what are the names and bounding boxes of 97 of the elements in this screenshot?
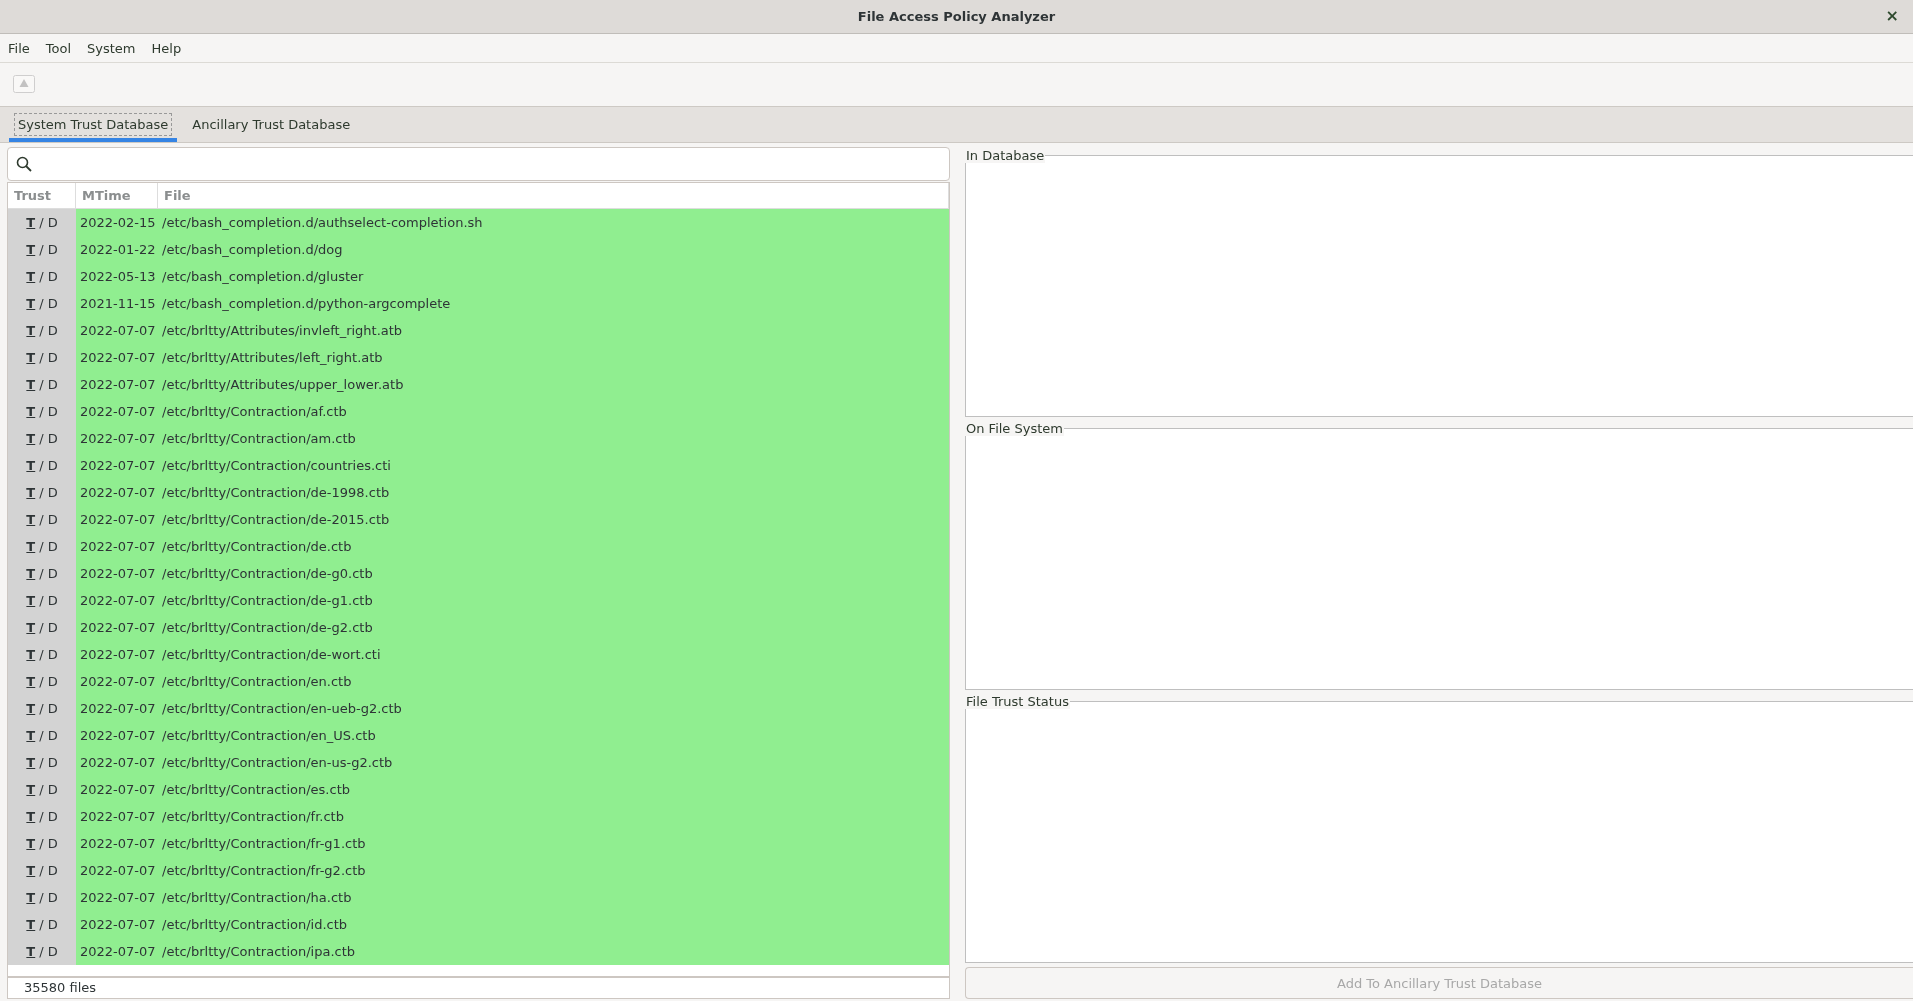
- mtime-cell-text: 2022-05-13: [80, 269, 157, 284]
- file-path-cell: /etc/brltty/Contraction/fr.ctb: [162, 809, 344, 824]
- file-path-cell: /etc/brltty/Contraction/id.ctb: [162, 917, 348, 932]
- menu-item[interactable]: Help: [145, 38, 188, 58]
- group-title: File Trust Status: [965, 694, 1070, 709]
- mtime-cell-text: 2022-07-07: [80, 728, 157, 743]
- mtime-cell-text: 2022-07-07: [80, 539, 157, 554]
- mtime-cell-text: 2022-01-22: [80, 242, 157, 257]
- mtime-cell-text: 2022-07-07: [80, 809, 157, 824]
- trust-cell: T / D: [8, 506, 76, 533]
- file-path-cell: /etc/brltty/Contraction/en-us-g2.ctb: [162, 755, 393, 770]
- trust-cell: T / D: [8, 911, 76, 938]
- trust-cell: T / D: [8, 560, 76, 587]
- group-title: On File System: [965, 421, 1064, 436]
- file-path-cell: /etc/brltty/Contraction/fr-g2.ctb: [162, 863, 366, 878]
- window-title: File Access Policy Analyzer: [857, 9, 1056, 24]
- file-path-cell: /etc/bash_completion.d/python-argcomplete: [162, 296, 451, 311]
- mtime-cell-text: 2022-07-07: [80, 620, 157, 635]
- trust-cell: T / D: [8, 614, 76, 641]
- trust-cell: T / D: [8, 344, 76, 371]
- trust-cell: T / D: [8, 290, 76, 317]
- file-path-cell: /etc/brltty/Contraction/am.ctb: [162, 431, 356, 446]
- file-path-cell: /etc/brltty/Contraction/de-1998.ctb: [162, 485, 390, 500]
- mtime-cell-text: 2022-07-07: [80, 917, 157, 932]
- file-path-cell: /etc/brltty/Contraction/de-g1.ctb: [162, 593, 373, 608]
- trust-cell: T / D: [8, 425, 76, 452]
- file-path-cell: /etc/brltty/Contraction/en_US.ctb: [162, 728, 376, 743]
- menu-item[interactable]: Tool: [39, 38, 78, 58]
- trust-cell: T / D: [8, 695, 76, 722]
- trust-cell: T / D: [8, 398, 76, 425]
- file-count: 35580 files: [7, 977, 950, 999]
- trust-cell: T / D: [8, 641, 76, 668]
- file-path-cell: /etc/brltty/Attributes/invleft_right.atb: [162, 323, 403, 338]
- trust-cell: T / D: [8, 722, 76, 749]
- file-path-cell: /etc/bash_completion.d/gluster: [162, 269, 364, 284]
- mtime-cell-text: 2022-07-07: [80, 593, 157, 608]
- file-path-cell: /etc/bash_completion.d/authselect-completion.sh: [162, 215, 483, 230]
- file-path-cell: /etc/brltty/Contraction/es.ctb: [162, 782, 350, 797]
- trust-cell: T / D: [8, 209, 76, 236]
- file-path-cell: /etc/brltty/Contraction/fr-g1.ctb: [162, 836, 366, 851]
- file-path-cell: /etc/brltty/Contraction/countries.cti: [162, 458, 391, 473]
- mtime-cell-text: 2022-07-07: [80, 674, 157, 689]
- trust-cell: T / D: [8, 668, 76, 695]
- mtime-cell-text: 2021-11-15: [80, 296, 157, 311]
- trust-cell: T / D: [8, 749, 76, 776]
- mtime-cell-text: 2022-07-07: [80, 701, 157, 716]
- file-path-cell: /etc/brltty/Attributes/left_right.atb: [162, 350, 383, 365]
- trust-cell: T / D: [8, 317, 76, 344]
- trust-cell: T / D: [8, 587, 76, 614]
- file-path-cell: /etc/bash_completion.d/dog: [162, 242, 343, 257]
- file-path-cell: /etc/brltty/Contraction/en-ueb-g2.ctb: [162, 701, 402, 716]
- trust-cell: T / D: [8, 371, 76, 398]
- mtime-cell-text: 2022-07-07: [80, 836, 157, 851]
- mtime-cell-text: 2022-07-07: [80, 512, 157, 527]
- group-title: In Database: [965, 148, 1046, 163]
- trust-cell: T / D: [8, 533, 76, 560]
- menu-item[interactable]: File: [2, 38, 36, 58]
- mtime-cell-text: 2022-07-07: [80, 863, 157, 878]
- close-button[interactable]: ×: [1881, 6, 1903, 25]
- tab[interactable]: Ancillary Trust Database: [183, 117, 360, 142]
- mtime-cell-text: 2022-07-07: [80, 647, 157, 662]
- mtime-cell-text: 2022-07-07: [80, 323, 157, 338]
- mtime-cell-text: 2022-07-07: [80, 782, 157, 797]
- mtime-cell-text: 2022-07-07: [80, 566, 157, 581]
- trust-cell: T / D: [8, 884, 76, 911]
- file-path-cell: /etc/brltty/Contraction/de-2015.ctb: [162, 512, 390, 527]
- file-path-cell: /etc/brltty/Contraction/de.ctb: [162, 539, 352, 554]
- trust-cell: T / D: [8, 263, 76, 290]
- trust-cell: T / D: [8, 452, 76, 479]
- mtime-cell-text: 2022-07-07: [80, 377, 157, 392]
- trust-cell: T / D: [8, 479, 76, 506]
- file-path-cell: /etc/brltty/Contraction/en.ctb: [162, 674, 352, 689]
- mtime-cell-text: 2022-07-07: [80, 404, 157, 419]
- file-path-cell: /etc/brltty/Contraction/ha.ctb: [162, 890, 352, 905]
- search-field[interactable]: [7, 147, 950, 181]
- trust-cell: T / D: [8, 776, 76, 803]
- search-icon: [16, 156, 32, 172]
- file-path-cell: /etc/brltty/Contraction/de-g2.ctb: [162, 620, 373, 635]
- trust-cell: T / D: [8, 803, 76, 830]
- mtime-cell-text: 2022-07-07: [80, 350, 157, 365]
- trust-cell: T / D: [8, 830, 76, 857]
- mtime-cell-text: 2022-07-07: [80, 944, 157, 959]
- mtime-cell-text: 2022-02-15: [80, 215, 157, 230]
- trust-cell: T / D: [8, 236, 76, 263]
- trust-cell: T / D: [8, 938, 76, 965]
- menu-item[interactable]: System: [81, 38, 142, 58]
- mtime-cell-text: 2022-07-07: [80, 485, 157, 500]
- file-path-cell: /etc/brltty/Contraction/ipa.ctb: [162, 944, 356, 959]
- trust-cell: T / D: [8, 857, 76, 884]
- mtime-cell-text: 2022-07-07: [80, 890, 157, 905]
- file-path-cell: /etc/brltty/Contraction/de-g0.ctb: [162, 566, 373, 581]
- mtime-cell-text: 2022-07-07: [80, 458, 157, 473]
- mtime-cell-text: 2022-07-07: [80, 431, 157, 446]
- file-path-cell: /etc/brltty/Contraction/de-wort.cti: [162, 647, 381, 662]
- file-path-cell: /etc/brltty/Attributes/upper_lower.atb: [162, 377, 404, 392]
- mtime-cell-text: 2022-07-07: [80, 755, 157, 770]
- file-path-cell: /etc/brltty/Contraction/af.ctb: [162, 404, 347, 419]
